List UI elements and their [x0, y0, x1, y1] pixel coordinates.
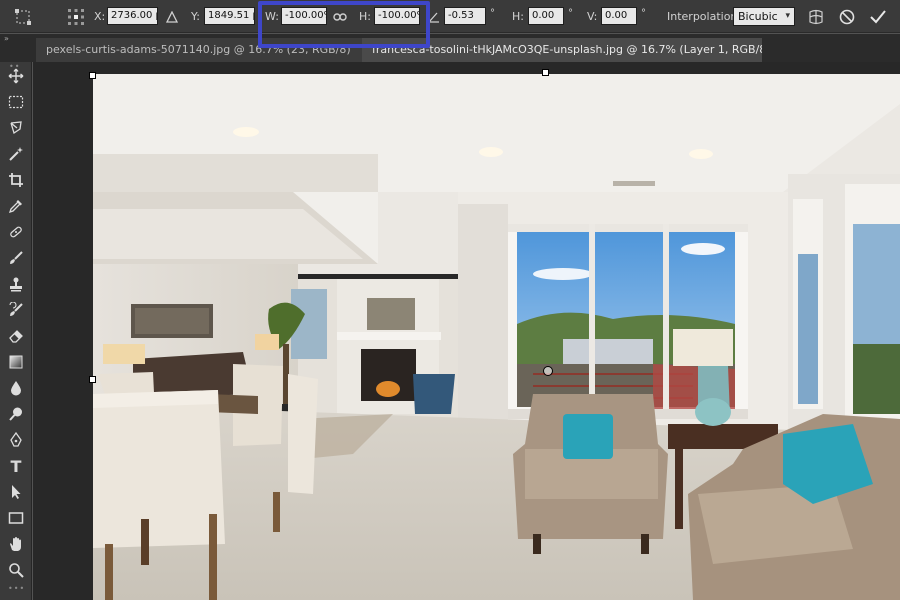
commit-icon[interactable]: [867, 0, 889, 33]
skew-v-label: V:: [587, 10, 598, 23]
transform-handle-top-left[interactable]: [89, 72, 96, 79]
interpolation-select[interactable]: Bicubic ▾: [733, 7, 795, 26]
angle-unit: °: [490, 8, 495, 19]
transform-tool-icon[interactable]: [10, 0, 36, 33]
y-label: Y:: [191, 10, 200, 23]
interpolation-value: Bicubic: [738, 10, 778, 23]
tab-label: pexels-curtis-adams-5071140.jpg @ 16.7% …: [46, 43, 351, 56]
magic-wand-icon[interactable]: [4, 142, 28, 166]
pen-tool-icon[interactable]: [4, 428, 28, 452]
skew-h-label: H:: [512, 10, 524, 23]
delta-icon[interactable]: [164, 0, 180, 33]
tab-label: francesca-tosolini-tHkJAMcO3QE-unsplash.…: [372, 43, 762, 56]
x-label: X:: [94, 10, 106, 23]
reference-point-icon[interactable]: [66, 0, 86, 33]
skew-h-field[interactable]: 0.00: [528, 7, 564, 25]
skew-v-unit: °: [641, 8, 646, 19]
crop-tool-icon[interactable]: [4, 168, 28, 192]
height-percent-field[interactable]: -100.00%: [374, 7, 420, 25]
history-brush-icon[interactable]: [4, 298, 28, 322]
chevron-down-icon: ▾: [785, 11, 790, 21]
x-position-field[interactable]: 2736.00 px: [107, 7, 158, 25]
w-label: W:: [265, 10, 279, 23]
tab-document-1[interactable]: pexels-curtis-adams-5071140.jpg @ 16.7% …: [36, 38, 362, 62]
brush-tool-icon[interactable]: [4, 246, 28, 270]
document-canvas[interactable]: [33, 62, 900, 600]
transform-handle-top-middle[interactable]: [542, 69, 549, 76]
cancel-icon[interactable]: [836, 0, 858, 33]
width-percent-field[interactable]: -100.00%: [281, 7, 327, 25]
blur-tool-icon[interactable]: [4, 376, 28, 400]
warp-icon[interactable]: [805, 0, 827, 33]
interpolation-label: Interpolation:: [667, 10, 742, 23]
move-tool-icon[interactable]: [4, 64, 28, 88]
skew-h-unit: °: [568, 8, 573, 19]
options-bar: X: 2736.00 px Y: 1849.51 px W: -100.00% …: [0, 0, 900, 33]
collapse-panels-icon[interactable]: »: [4, 34, 9, 43]
rectangle-tool-icon[interactable]: [4, 506, 28, 530]
skew-v-field[interactable]: 0.00: [601, 7, 637, 25]
more-tools-icon[interactable]: •••: [8, 584, 25, 593]
y-position-field[interactable]: 1849.51 px: [204, 7, 255, 25]
gradient-tool-icon[interactable]: [4, 350, 28, 374]
lasso-tool-icon[interactable]: [4, 116, 28, 140]
clone-stamp-icon[interactable]: [4, 272, 28, 296]
transform-center-point[interactable]: [543, 366, 553, 376]
marquee-tool-icon[interactable]: [4, 90, 28, 114]
healing-brush-icon[interactable]: [4, 220, 28, 244]
hand-tool-icon[interactable]: [4, 532, 28, 556]
link-icon[interactable]: [331, 0, 349, 33]
eraser-icon[interactable]: [4, 324, 28, 348]
dodge-tool-icon[interactable]: [4, 402, 28, 426]
h-label: H:: [359, 10, 371, 23]
document-tab-bar: » pexels-curtis-adams-5071140.jpg @ 16.7…: [0, 34, 900, 62]
angle-icon: [426, 0, 442, 33]
transform-handle-middle-left[interactable]: [89, 376, 96, 383]
zoom-tool-icon[interactable]: [4, 558, 28, 582]
path-selection-icon[interactable]: [4, 480, 28, 504]
living-room-photo: [93, 74, 900, 600]
tab-document-2[interactable]: francesca-tosolini-tHkJAMcO3QE-unsplash.…: [362, 38, 762, 62]
eyedropper-icon[interactable]: [4, 194, 28, 218]
rotate-angle-field[interactable]: -0.53: [444, 7, 486, 25]
tools-panel: •• T •••: [0, 62, 32, 600]
type-tool-icon[interactable]: T: [4, 454, 28, 478]
